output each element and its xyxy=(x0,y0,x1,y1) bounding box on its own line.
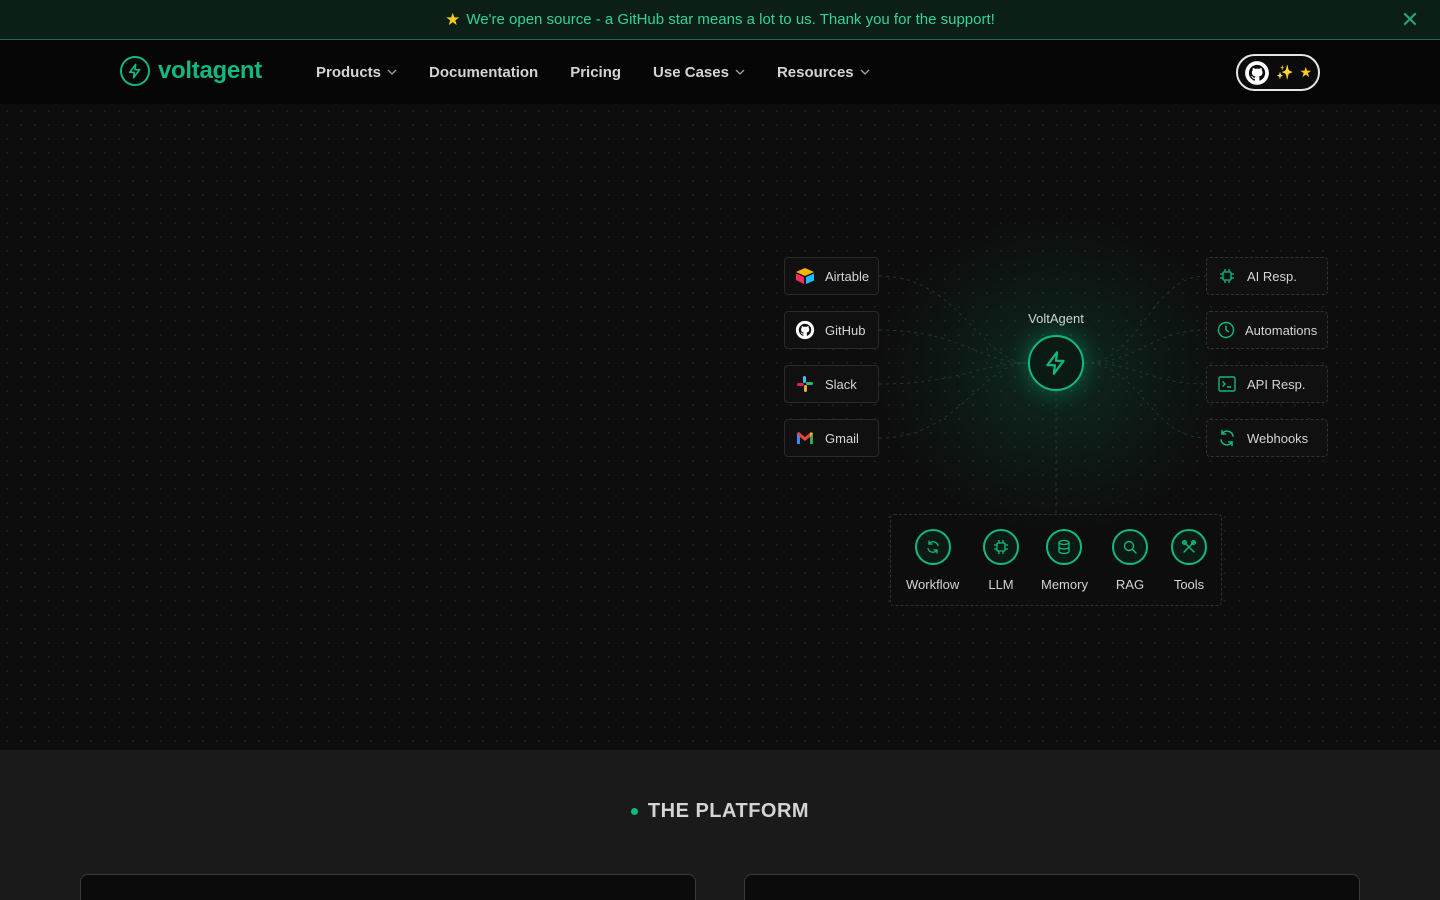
integration-github[interactable]: GitHub xyxy=(784,311,879,349)
star-icon: ★ xyxy=(445,9,461,29)
star-icon: ★ xyxy=(1299,64,1312,80)
core-label: Workflow xyxy=(906,577,960,592)
nav-resources[interactable]: Resources xyxy=(777,64,870,81)
nav-pricing[interactable]: Pricing xyxy=(570,64,621,81)
sparkles-icon: ✨ xyxy=(1276,64,1294,80)
integration-slack[interactable]: Slack xyxy=(784,365,879,403)
voltagent-label: VoltAgent xyxy=(1028,311,1084,326)
nav-use-cases-label: Use Cases xyxy=(653,63,729,81)
main-nav: Products Documentation Pricing Use Cases… xyxy=(316,40,902,104)
integration-label: Gmail xyxy=(825,430,859,446)
nav-documentation[interactable]: Documentation xyxy=(429,64,538,81)
platform-card-left xyxy=(80,874,696,900)
bolt-icon xyxy=(1046,351,1065,375)
github-star-button[interactable]: ✨ ★ xyxy=(1236,54,1320,91)
airtable-icon xyxy=(795,266,815,286)
refresh-icon xyxy=(1217,428,1237,448)
clock-icon xyxy=(1217,320,1235,340)
logo[interactable]: voltagent xyxy=(120,56,262,86)
nav-resources-label: Resources xyxy=(776,63,854,81)
workflow-icon xyxy=(914,529,951,565)
core-llm[interactable]: LLM xyxy=(983,529,1019,592)
chevron-down-icon xyxy=(860,69,870,75)
core-capabilities: Workflow LLM Memory RAG Tools xyxy=(890,514,1222,606)
gmail-icon xyxy=(795,428,815,448)
close-icon[interactable]: ✕ xyxy=(1400,9,1420,31)
platform-card-right xyxy=(744,874,1360,900)
output-label: AI Resp. xyxy=(1247,268,1297,284)
core-rag[interactable]: RAG xyxy=(1112,529,1148,592)
voltagent-hub[interactable] xyxy=(1028,335,1084,391)
chevron-down-icon xyxy=(735,69,745,75)
platform-title: THE PLATFORM xyxy=(647,800,810,822)
platform-heading: THE PLATFORM xyxy=(0,800,1440,823)
nav-documentation-label: Documentation xyxy=(429,63,539,81)
announcement-banner: ★ We're open source - a GitHub star mean… xyxy=(0,0,1440,40)
core-label: Memory xyxy=(1041,577,1088,592)
logo-text: voltagent xyxy=(158,57,262,84)
output-ai-resp[interactable]: AI Resp. xyxy=(1206,257,1328,295)
integration-airtable[interactable]: Airtable xyxy=(784,257,879,295)
banner-text: We're open source - a GitHub star means … xyxy=(466,11,995,28)
core-workflow[interactable]: Workflow xyxy=(906,529,959,592)
chip-icon xyxy=(1217,266,1237,286)
nav-products-label: Products xyxy=(316,63,382,81)
integration-label: Airtable xyxy=(825,268,870,284)
output-label: Webhooks xyxy=(1247,430,1309,446)
integration-label: Slack xyxy=(825,376,857,392)
site-header: voltagent Products Documentation Pricing… xyxy=(0,40,1440,104)
slack-icon xyxy=(795,374,815,394)
search-icon xyxy=(1112,529,1148,565)
core-memory[interactable]: Memory xyxy=(1041,529,1088,592)
output-automations[interactable]: Automations xyxy=(1206,311,1328,349)
output-api-resp[interactable]: API Resp. xyxy=(1206,365,1328,403)
github-icon xyxy=(795,320,815,340)
chevron-down-icon xyxy=(387,69,397,75)
output-label: API Resp. xyxy=(1247,376,1306,392)
hero-section: Airtable GitHub Slack Gmail VoltAgent AI… xyxy=(0,104,1440,750)
bolt-icon xyxy=(120,56,150,86)
github-icon xyxy=(1245,60,1269,85)
database-icon xyxy=(1046,529,1083,565)
core-tools[interactable]: Tools xyxy=(1171,529,1207,592)
integration-gmail[interactable]: Gmail xyxy=(784,419,879,457)
core-label: RAG xyxy=(1115,577,1145,592)
banner-message[interactable]: ★ We're open source - a GitHub star mean… xyxy=(445,10,995,30)
integration-label: GitHub xyxy=(825,322,866,338)
platform-section: THE PLATFORM xyxy=(0,750,1440,900)
tools-icon xyxy=(1171,529,1207,565)
terminal-icon xyxy=(1217,374,1237,394)
platform-dot xyxy=(630,808,638,815)
core-label: LLM xyxy=(988,577,1014,592)
output-label: Automations xyxy=(1245,322,1318,338)
output-webhooks[interactable]: Webhooks xyxy=(1206,419,1328,457)
chip-icon xyxy=(983,529,1019,565)
core-label: Tools xyxy=(1173,577,1205,592)
nav-pricing-label: Pricing xyxy=(570,63,622,81)
nav-use-cases[interactable]: Use Cases xyxy=(653,64,745,81)
nav-products[interactable]: Products xyxy=(316,64,397,81)
